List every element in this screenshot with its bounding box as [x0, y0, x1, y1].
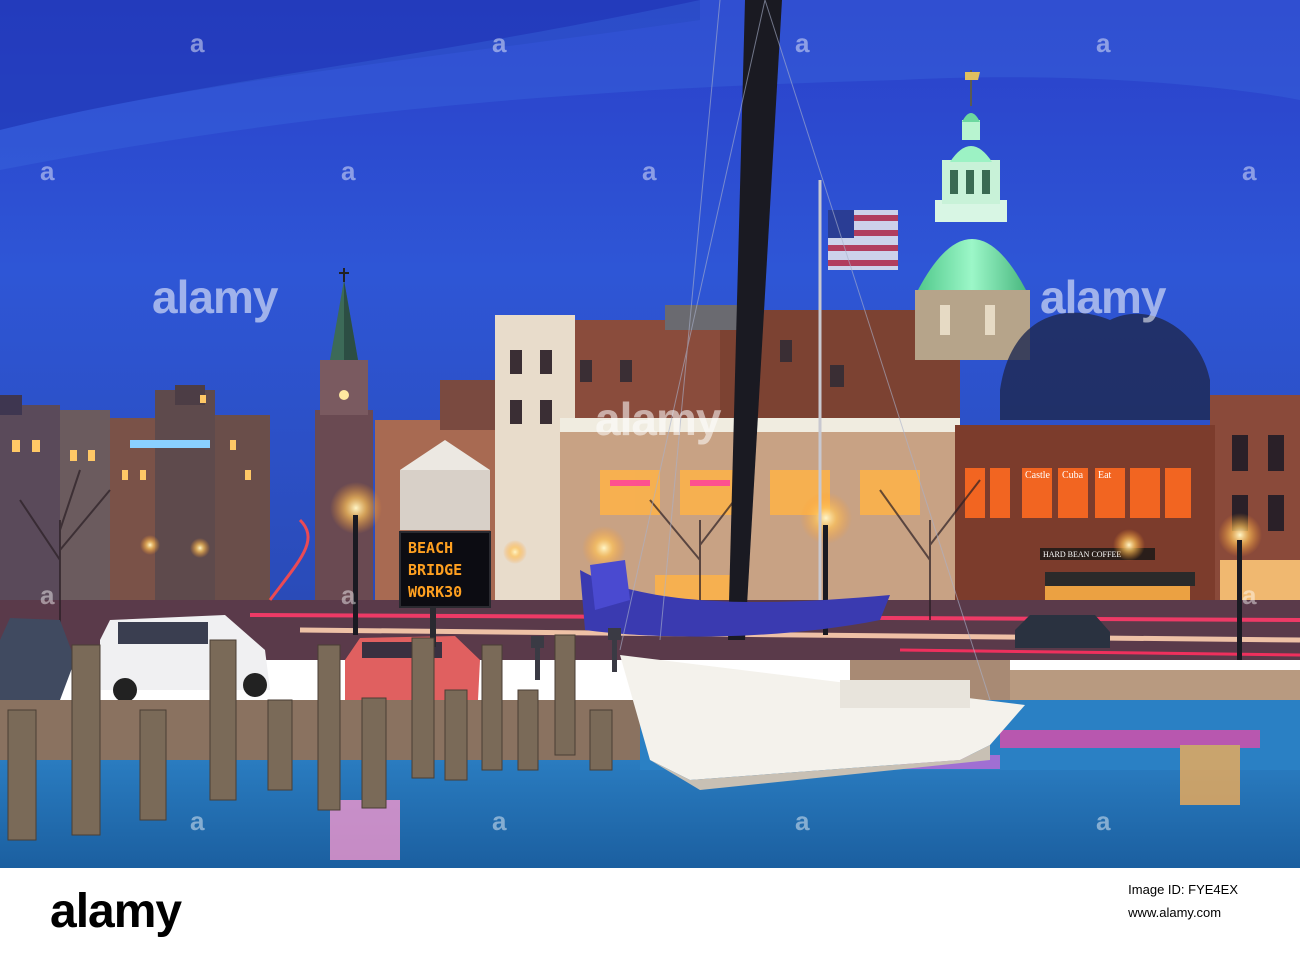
watermark-a-9: a: [40, 580, 55, 610]
shop-sign: HARD BEAN COFFEE: [1043, 550, 1121, 559]
watermark-a-6: a: [341, 156, 356, 186]
watermark-a-4: a: [1096, 28, 1111, 58]
watermark-a-10: a: [341, 580, 356, 610]
storefront-label-2: Cuba: [1062, 470, 1084, 481]
sign-line-1: BEACH: [408, 539, 453, 557]
image-id: Image ID: FYE4EX: [1128, 882, 1238, 897]
watermark-a-1: a: [190, 28, 205, 58]
watermark-a-15: a: [1096, 806, 1111, 836]
storefront-label-1: Castle: [1025, 470, 1051, 481]
storefront-row: Castle Cuba Eat HARD BEAN COFFEE: [560, 418, 1215, 625]
watermark-a-3: a: [795, 28, 810, 58]
alamy-logo[interactable]: alamy: [50, 884, 182, 939]
photo: Castle Cuba Eat HARD BEAN COFFEE BEACH B…: [0, 0, 1300, 868]
storefront-label-3: Eat: [1098, 470, 1112, 481]
watermark-a-7: a: [642, 156, 657, 186]
watermark-3: alamy: [1040, 271, 1166, 323]
sign-line-2: BRIDGE: [408, 561, 462, 579]
watermark-a-8: a: [1242, 156, 1257, 186]
watermark-a-14: a: [795, 806, 810, 836]
watermark-a-2: a: [492, 28, 507, 58]
watermark-a-13: a: [492, 806, 507, 836]
watermark-2: alamy: [595, 393, 721, 445]
watermark-1: alamy: [152, 271, 278, 323]
footer-bar: alamy Image ID: FYE4EX www.alamy.com: [0, 868, 1300, 957]
image-info: Image ID: FYE4EX www.alamy.com: [1128, 882, 1238, 920]
site-url[interactable]: www.alamy.com: [1128, 905, 1238, 920]
watermark-a-11: a: [1242, 580, 1257, 610]
sign-line-3: WORK30: [408, 583, 462, 601]
watermark-a-12: a: [190, 806, 205, 836]
watermark-a-5: a: [40, 156, 55, 186]
